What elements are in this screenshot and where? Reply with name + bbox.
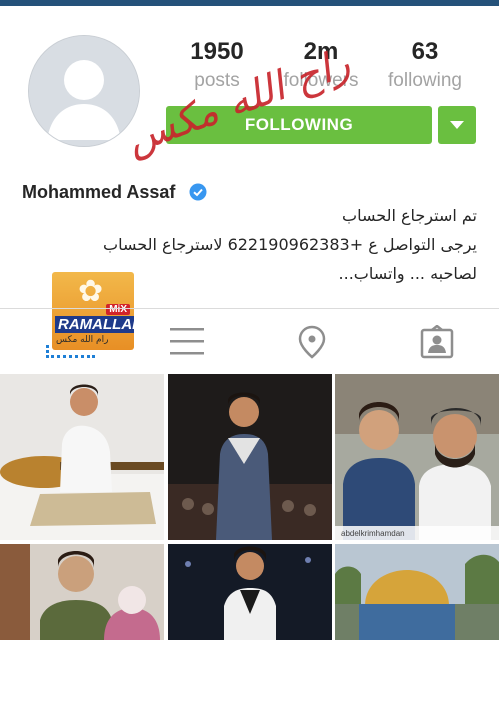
location-pin-icon[interactable] bbox=[298, 325, 326, 359]
bio-line-2: يرجى التواصل ع +622190962383 لاسترجاع ال… bbox=[103, 235, 477, 254]
grid-photo-4[interactable] bbox=[0, 544, 164, 710]
verified-badge-icon bbox=[189, 183, 207, 201]
bio-line-1: تم استرجاع الحساب bbox=[342, 206, 477, 225]
following-label: following bbox=[388, 70, 462, 91]
tagged-person-icon[interactable] bbox=[420, 325, 454, 359]
status-bar bbox=[0, 0, 499, 6]
photo-caption: abdelkrimhamdan bbox=[341, 529, 405, 538]
grid-photo-1[interactable] bbox=[0, 374, 164, 540]
grid-photo-5[interactable] bbox=[168, 544, 332, 710]
stat-following[interactable]: 63 following bbox=[375, 38, 475, 96]
triangle-down-icon bbox=[450, 121, 464, 129]
ramallah-mix-logo: ✿ MiX RAMALLAH رام الله مكس bbox=[52, 272, 134, 350]
logo-arabic-text: رام الله مكس bbox=[56, 335, 109, 345]
list-icon[interactable] bbox=[170, 326, 204, 358]
suggested-dropdown-button[interactable] bbox=[438, 106, 476, 144]
logo-mix-text: MiX bbox=[106, 304, 130, 315]
logo-dotted-border bbox=[46, 345, 95, 358]
profile-username: Mohammed Assaf bbox=[22, 182, 176, 202]
logo-ramallah-text: RAMALLAH bbox=[55, 316, 134, 333]
posts-count: 1950 bbox=[190, 38, 244, 65]
tab-divider bbox=[0, 308, 499, 309]
photo-grid: abdelkrimhamdan bbox=[0, 374, 499, 640]
grid-photo-3[interactable]: abdelkrimhamdan bbox=[335, 374, 499, 540]
following-count: 63 bbox=[411, 38, 439, 65]
grid-photo-6[interactable] bbox=[335, 544, 499, 710]
flower-icon: ✿ bbox=[78, 275, 104, 308]
grid-photo-2[interactable] bbox=[168, 374, 332, 540]
